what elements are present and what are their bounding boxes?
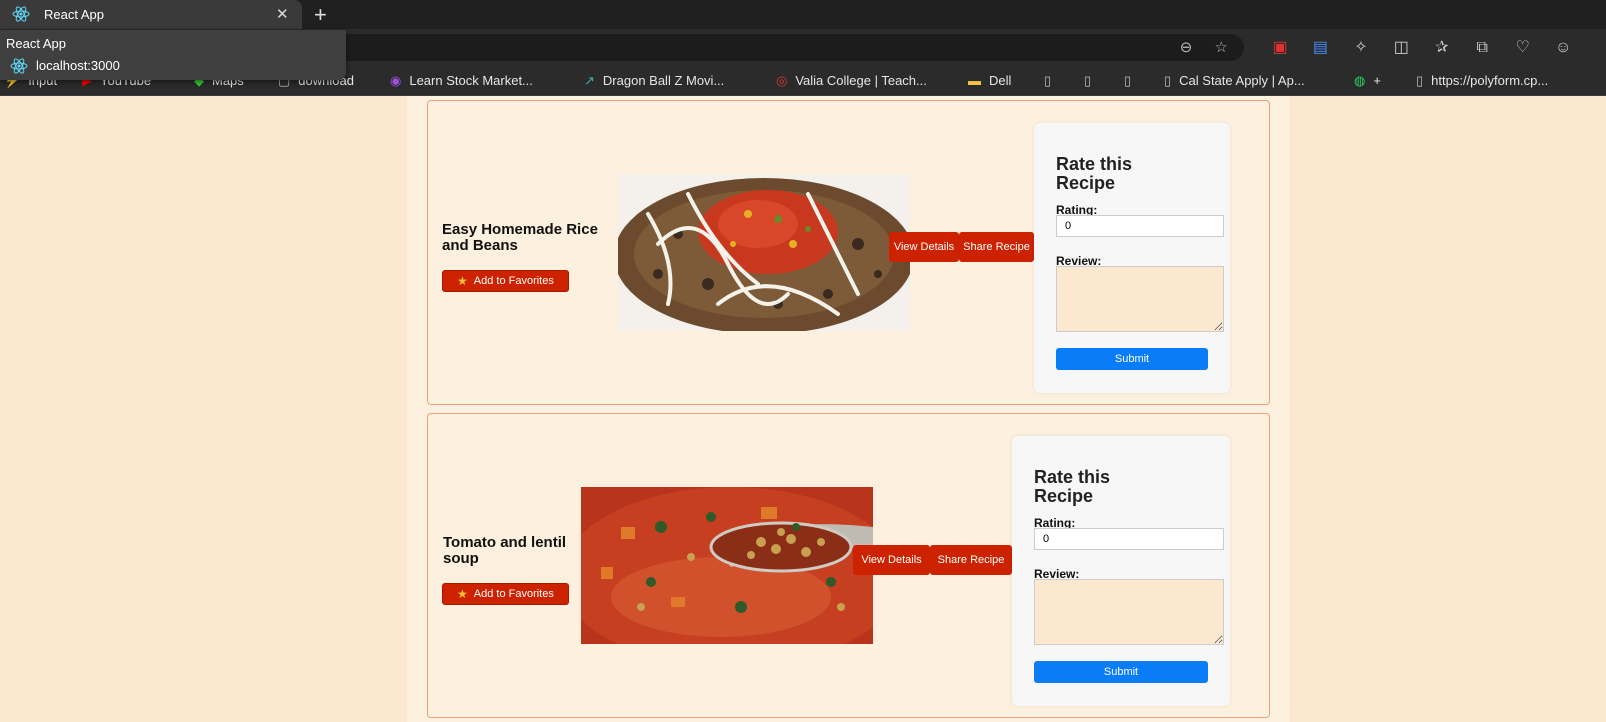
bookmark-page[interactable]: ▯ [1124, 73, 1139, 89]
recipe-card: Easy Homemade Rice and Beans ★ Add to Fa… [427, 100, 1270, 405]
site-icon: ◎ [776, 73, 788, 88]
new-tab-button[interactable]: + [314, 2, 327, 28]
profile-icon[interactable]: ☺ [1545, 39, 1581, 57]
submit-button[interactable]: Submit [1034, 661, 1208, 683]
extension-mail-icon[interactable]: ▣ [1262, 37, 1298, 57]
browser-essentials-icon[interactable]: ♡ [1505, 37, 1541, 57]
bookmark-cal-state-apply[interactable]: ▯ Cal State Apply | Ap... [1164, 73, 1305, 89]
bookmark-dell[interactable]: ▬ Dell [968, 73, 1011, 88]
page-icon: ▯ [1124, 73, 1132, 88]
favorites-icon[interactable]: ✰ [1424, 37, 1460, 57]
whatsapp-icon: ◍ [1354, 73, 1366, 88]
page-icon: ▯ [1084, 73, 1092, 88]
extensions-icon[interactable]: ✧ [1343, 37, 1379, 57]
collections-icon[interactable]: ⧉ [1464, 39, 1500, 57]
review-textarea[interactable] [1034, 579, 1224, 645]
tab-title: React App [44, 7, 104, 22]
close-tab-icon[interactable]: ✕ [276, 5, 289, 23]
recipe-title: Easy Homemade Rice and Beans [442, 221, 598, 254]
rate-recipe-panel: Rate this Recipe Rating: Review: Submit [1034, 123, 1230, 393]
rating-input[interactable] [1034, 528, 1224, 550]
bookmark-page[interactable]: ▯ [1084, 73, 1099, 89]
folder-icon: ▬ [968, 73, 981, 88]
review-textarea[interactable] [1056, 266, 1224, 332]
bookmark-valia-college[interactable]: ◎ Valia College | Teach... [776, 73, 927, 89]
browser-tab-react-app[interactable]: React App ✕ [0, 0, 302, 29]
bookmark-page[interactable]: ▯ [1044, 73, 1059, 89]
page-icon: ▯ [1164, 73, 1172, 88]
star-icon: ★ [457, 587, 468, 601]
zoom-icon[interactable]: ⊖ [1180, 39, 1193, 56]
submit-button[interactable]: Submit [1056, 348, 1208, 370]
tooltip-url: localhost:3000 [36, 58, 120, 73]
recipe-image-tomato-lentil-soup [581, 487, 873, 644]
share-recipe-button[interactable]: Share Recipe [959, 232, 1034, 262]
recipe-title: Tomato and lentil soup [443, 534, 567, 567]
rating-input[interactable] [1056, 215, 1224, 237]
favorite-star-icon[interactable]: ☆ [1215, 39, 1228, 56]
tooltip-title: React App [6, 36, 66, 51]
browser-tab-bar: React App ✕ + [0, 0, 1606, 29]
add-to-favorites-button[interactable]: ★ Add to Favorites [442, 270, 569, 292]
split-screen-icon[interactable]: ◫ [1383, 37, 1419, 57]
site-icon: ↗ [584, 73, 595, 88]
site-icon: ◉ [390, 73, 402, 88]
rate-panel-title: Rate this Recipe [1034, 467, 1111, 506]
bookmark-whatsapp[interactable]: ◍ + [1354, 73, 1381, 89]
rate-recipe-panel: Rate this Recipe Rating: Review: Submit [1012, 436, 1230, 706]
share-recipe-button[interactable]: Share Recipe [930, 545, 1012, 575]
bookmark-dragon-ball-z[interactable]: ↗ Dragon Ball Z Movi... [584, 73, 724, 89]
tab-hover-tooltip: React App localhost:3000 [0, 30, 346, 80]
recipe-card: Tomato and lentil soup ★ Add to Favorite… [427, 413, 1270, 718]
recipe-image-rice-and-beans [618, 174, 910, 331]
add-to-favorites-button[interactable]: ★ Add to Favorites [442, 583, 569, 605]
translate-icon[interactable]: ▤ [1302, 37, 1338, 57]
react-icon [10, 58, 28, 74]
bookmark-polyform[interactable]: ▯ https://polyform.cp... [1416, 73, 1548, 89]
view-details-button[interactable]: View Details [853, 545, 930, 575]
page-icon: ▯ [1044, 73, 1052, 88]
bookmark-learn-stock-market[interactable]: ◉ Learn Stock Market... [390, 73, 533, 89]
rate-panel-title: Rate this Recipe [1056, 154, 1133, 193]
react-icon [12, 6, 30, 22]
star-icon: ★ [457, 274, 468, 288]
extension-toolbar: ▣ ▤ ✧ ◫ ✰ ⧉ ♡ ☺ [1262, 37, 1581, 57]
view-details-button[interactable]: View Details [889, 232, 959, 262]
page-icon: ▯ [1416, 73, 1424, 88]
